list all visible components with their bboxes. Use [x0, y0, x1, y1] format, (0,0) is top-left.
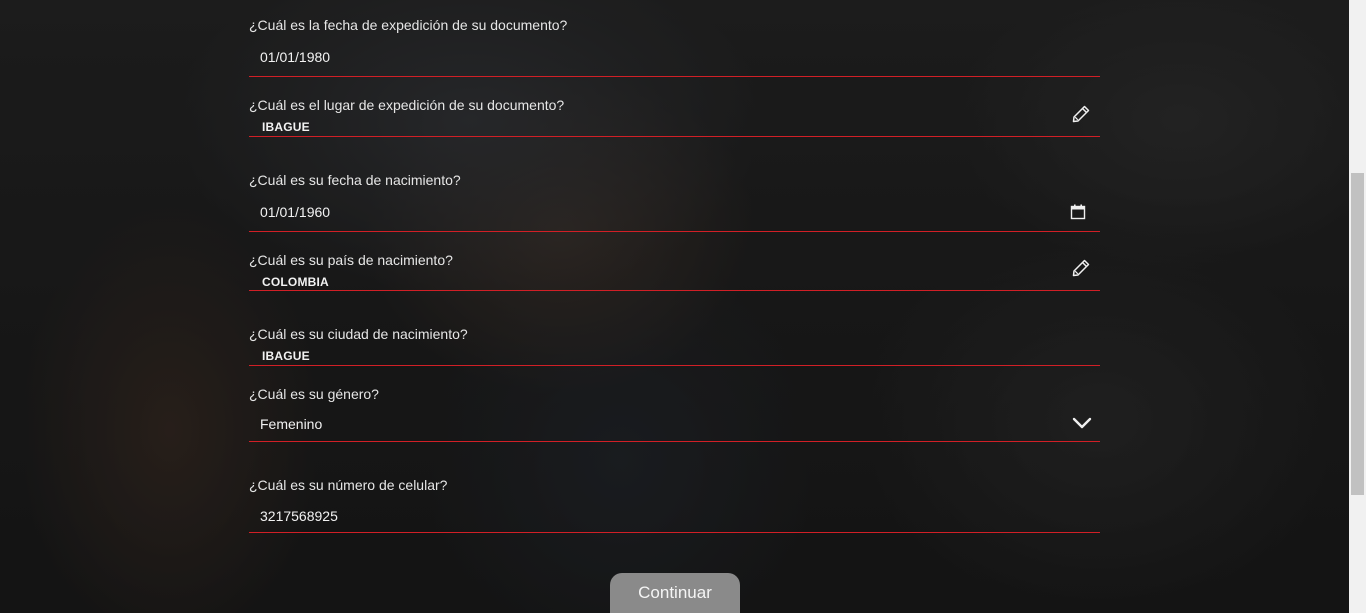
- phone-label: ¿Cuál es su número de celular?: [249, 477, 448, 493]
- birth-city-field[interactable]: ¿Cuál es su ciudad de nacimiento? IBAGUE: [249, 290, 1100, 366]
- phone-value[interactable]: 3217568925: [260, 508, 338, 524]
- birth-country-field[interactable]: ¿Cuál es su país de nacimiento? COLOMBIA: [249, 231, 1100, 291]
- chevron-down-icon[interactable]: [1072, 416, 1092, 435]
- phone-field[interactable]: ¿Cuál es su número de celular? 321756892…: [249, 441, 1100, 533]
- birth-city-label: ¿Cuál es su ciudad de nacimiento?: [249, 326, 468, 342]
- issue-place-field[interactable]: ¿Cuál es el lugar de expedición de su do…: [249, 76, 1100, 137]
- calendar-icon[interactable]: [1070, 204, 1086, 225]
- scrollbar-thumb[interactable]: [1351, 173, 1364, 495]
- scrollbar[interactable]: [1349, 0, 1366, 613]
- birth-country-label: ¿Cuál es su país de nacimiento?: [249, 252, 453, 268]
- issue-date-value[interactable]: 01/01/1980: [260, 49, 330, 65]
- pencil-icon[interactable]: [1071, 104, 1091, 129]
- birth-date-field[interactable]: ¿Cuál es su fecha de nacimiento? 01/01/1…: [249, 136, 1100, 232]
- gender-value[interactable]: Femenino: [260, 416, 322, 432]
- issue-place-label: ¿Cuál es el lugar de expedición de su do…: [249, 97, 565, 113]
- birth-date-value[interactable]: 01/01/1960: [260, 204, 330, 220]
- issue-date-field[interactable]: ¿Cuál es la fecha de expedición de su do…: [249, 0, 1100, 77]
- birth-date-label: ¿Cuál es su fecha de nacimiento?: [249, 172, 461, 188]
- gender-label: ¿Cuál es su género?: [249, 386, 379, 402]
- issue-date-label: ¿Cuál es la fecha de expedición de su do…: [249, 17, 568, 33]
- birth-country-value[interactable]: COLOMBIA: [262, 275, 329, 289]
- issue-place-value[interactable]: IBAGUE: [262, 120, 310, 134]
- continue-button[interactable]: Continuar: [610, 573, 740, 613]
- gender-select[interactable]: ¿Cuál es su género? Femenino: [249, 365, 1100, 442]
- personal-data-form: ¿Cuál es la fecha de expedición de su do…: [249, 0, 1100, 613]
- birth-city-value[interactable]: IBAGUE: [262, 349, 310, 363]
- pencil-icon[interactable]: [1071, 258, 1091, 283]
